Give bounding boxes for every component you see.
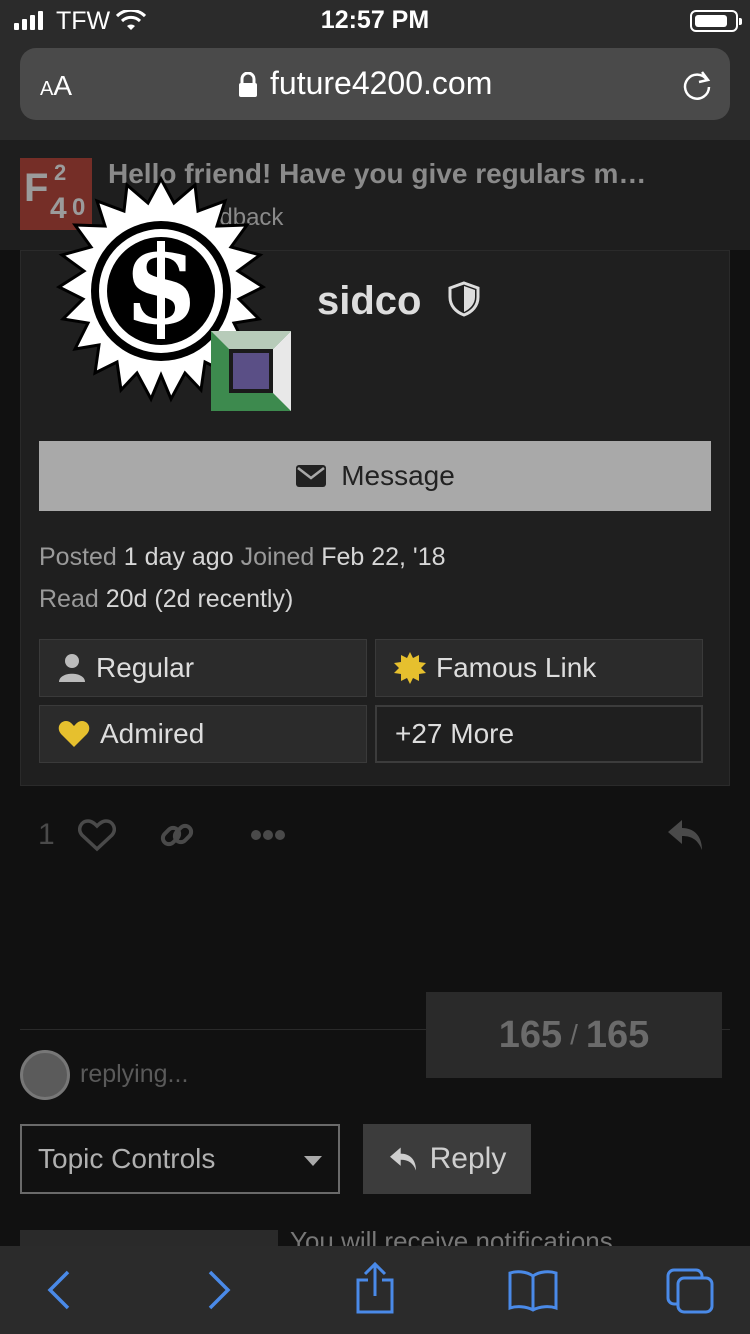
replying-indicator: replying... [80, 1060, 189, 1088]
clock: 12:57 PM [320, 6, 430, 34]
read-time-line: Read 20d (2d recently) [39, 585, 294, 613]
like-count: 1 [38, 818, 55, 851]
envelope-icon [296, 465, 327, 487]
topic-controls-dropdown[interactable]: Topic Controls [20, 1124, 340, 1194]
forward-icon[interactable] [204, 1268, 234, 1312]
message-button[interactable]: Message [39, 441, 711, 511]
moderator-shield-icon [448, 281, 480, 317]
sun-badge-icon [394, 652, 426, 684]
user-flair-icon [211, 331, 291, 411]
posted-joined-line: Posted 1 day ago Joined Feb 22, '18 [39, 543, 446, 571]
browser-address-area: AAAA future4200.com [0, 40, 750, 140]
reply-icon [389, 1147, 416, 1171]
badge-admired[interactable]: Admired [39, 705, 367, 763]
more-actions-icon[interactable] [250, 828, 286, 842]
reply-arrow-icon[interactable] [666, 818, 704, 852]
heart-icon [58, 721, 90, 747]
battery-icon [690, 10, 742, 32]
reload-icon[interactable] [680, 68, 714, 102]
text-size-button[interactable]: AAAA [40, 70, 72, 102]
url-text[interactable]: future4200.com [270, 65, 492, 102]
lock-icon [239, 72, 257, 97]
status-bar: TFW 12:57 PM [0, 0, 750, 40]
badge-regular[interactable]: Regular [39, 639, 367, 697]
browser-toolbar [0, 1246, 750, 1334]
username[interactable]: sidco [317, 279, 421, 324]
reply-button[interactable]: Reply [363, 1124, 531, 1194]
tabs-icon[interactable] [666, 1268, 714, 1314]
replying-user-avatar [20, 1050, 70, 1100]
link-icon[interactable] [158, 816, 196, 854]
user-icon [59, 654, 85, 682]
more-badges-button[interactable]: +27 More [375, 705, 703, 763]
topic-progress[interactable]: 165/165 [426, 992, 722, 1078]
badge-famous-link[interactable]: Famous Link [375, 639, 703, 697]
message-label: Message [341, 460, 455, 491]
user-card: S sidco Message Posted 1 day ago Joined … [20, 175, 730, 786]
bookmarks-icon[interactable] [508, 1268, 558, 1312]
heart-like-icon[interactable] [78, 818, 116, 852]
back-icon[interactable] [44, 1268, 74, 1312]
chevron-down-icon [304, 1156, 322, 1166]
address-bar[interactable]: AAAA future4200.com [20, 48, 730, 120]
notification-description: You will receive notifications [290, 1226, 613, 1248]
share-icon[interactable] [354, 1262, 396, 1314]
